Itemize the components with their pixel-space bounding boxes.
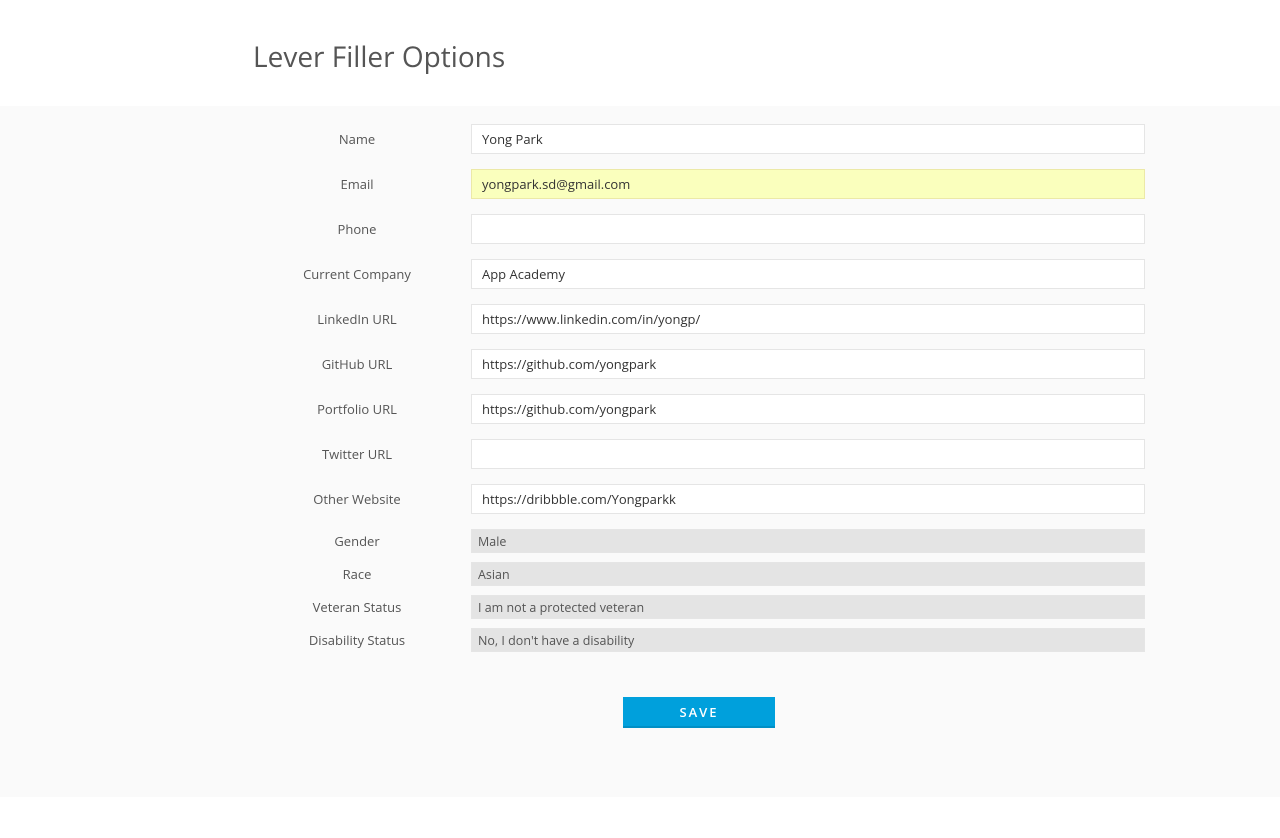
label-current-company: Current Company: [253, 265, 471, 283]
current-company-input[interactable]: [471, 259, 1145, 289]
linkedin-input[interactable]: [471, 304, 1145, 334]
page-title: Lever Filler Options: [253, 38, 1280, 76]
gender-select[interactable]: Male: [471, 529, 1145, 553]
portfolio-input[interactable]: [471, 394, 1145, 424]
save-button[interactable]: SAVE: [623, 697, 775, 728]
row-current-company: Current Company: [253, 259, 1145, 289]
row-email: Email: [253, 169, 1145, 199]
label-disability: Disability Status: [253, 631, 471, 649]
name-input[interactable]: [471, 124, 1145, 154]
row-phone: Phone: [253, 214, 1145, 244]
label-linkedin: LinkedIn URL: [253, 310, 471, 328]
label-gender: Gender: [253, 532, 471, 550]
label-race: Race: [253, 565, 471, 583]
veteran-select[interactable]: I am not a protected veteran: [471, 595, 1145, 619]
row-portfolio: Portfolio URL: [253, 394, 1145, 424]
save-row: SAVE: [253, 697, 1145, 728]
row-name: Name: [253, 124, 1145, 154]
disability-select[interactable]: No, I don't have a disability: [471, 628, 1145, 652]
phone-input[interactable]: [471, 214, 1145, 244]
label-twitter: Twitter URL: [253, 445, 471, 463]
form-area: Name Email Phone Current Company LinkedI: [253, 124, 1145, 728]
row-disability: Disability Status No, I don't have a dis…: [253, 628, 1145, 652]
twitter-input[interactable]: [471, 439, 1145, 469]
label-other-website: Other Website: [253, 490, 471, 508]
page-header: Lever Filler Options: [0, 38, 1280, 106]
email-input[interactable]: [471, 169, 1145, 199]
label-github: GitHub URL: [253, 355, 471, 373]
gender-selected-value: Male: [478, 533, 506, 550]
github-input[interactable]: [471, 349, 1145, 379]
race-select[interactable]: Asian: [471, 562, 1145, 586]
label-phone: Phone: [253, 220, 471, 238]
row-other-website: Other Website: [253, 484, 1145, 514]
label-name: Name: [253, 130, 471, 148]
race-selected-value: Asian: [478, 566, 510, 583]
label-portfolio: Portfolio URL: [253, 400, 471, 418]
other-website-input[interactable]: [471, 484, 1145, 514]
row-race: Race Asian: [253, 562, 1145, 586]
row-twitter: Twitter URL: [253, 439, 1145, 469]
disability-selected-value: No, I don't have a disability: [478, 632, 634, 649]
row-github: GitHub URL: [253, 349, 1145, 379]
row-gender: Gender Male: [253, 529, 1145, 553]
label-email: Email: [253, 175, 471, 193]
form-container: Name Email Phone Current Company LinkedI: [0, 106, 1280, 797]
row-veteran: Veteran Status I am not a protected vete…: [253, 595, 1145, 619]
label-veteran: Veteran Status: [253, 598, 471, 616]
veteran-selected-value: I am not a protected veteran: [478, 599, 644, 616]
row-linkedin: LinkedIn URL: [253, 304, 1145, 334]
